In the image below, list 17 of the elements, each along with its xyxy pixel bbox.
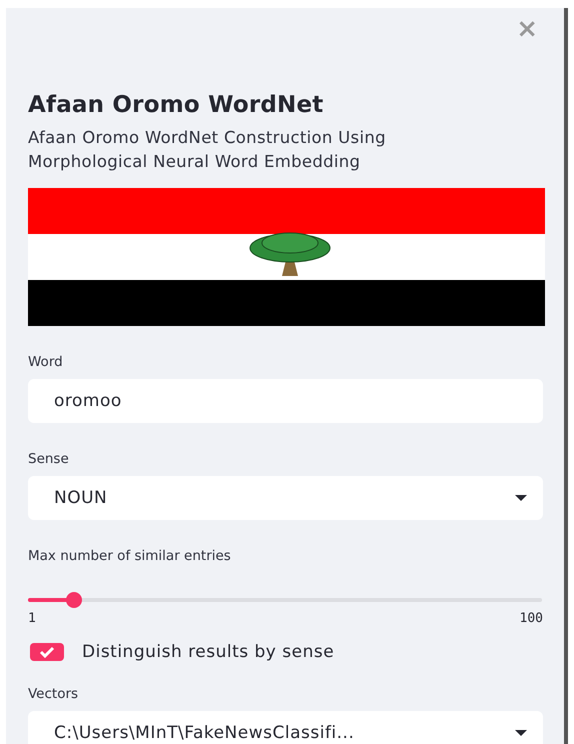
sense-select[interactable]: NOUN: [28, 476, 543, 520]
field-label: Sense: [28, 451, 70, 467]
checkbox-label: Distinguish results by sense: [82, 642, 334, 662]
sidebar-subtitle: Afaan Oromo WordNet Construction Using Morphological Neural Word Embedding: [28, 127, 387, 173]
caret-icon: [515, 730, 527, 736]
check-icon: [39, 646, 55, 658]
word-input[interactable]: oromoo: [28, 379, 543, 423]
slider-label: Max number of similar entries: [28, 548, 232, 564]
caret-icon: [515, 495, 527, 501]
sidebar-title: Afaan Oromo WordNet: [28, 92, 325, 118]
slider-max: 100: [520, 611, 543, 626]
checkbox[interactable]: [30, 643, 64, 661]
field-label: Word: [28, 354, 64, 370]
slider-handle[interactable]: [66, 592, 82, 608]
vectors-select[interactable]: C:\Users\MInT\FakeNewsClassifi...: [28, 711, 543, 744]
slider-min: 1: [28, 611, 36, 626]
field-label: Vectors: [28, 686, 80, 702]
